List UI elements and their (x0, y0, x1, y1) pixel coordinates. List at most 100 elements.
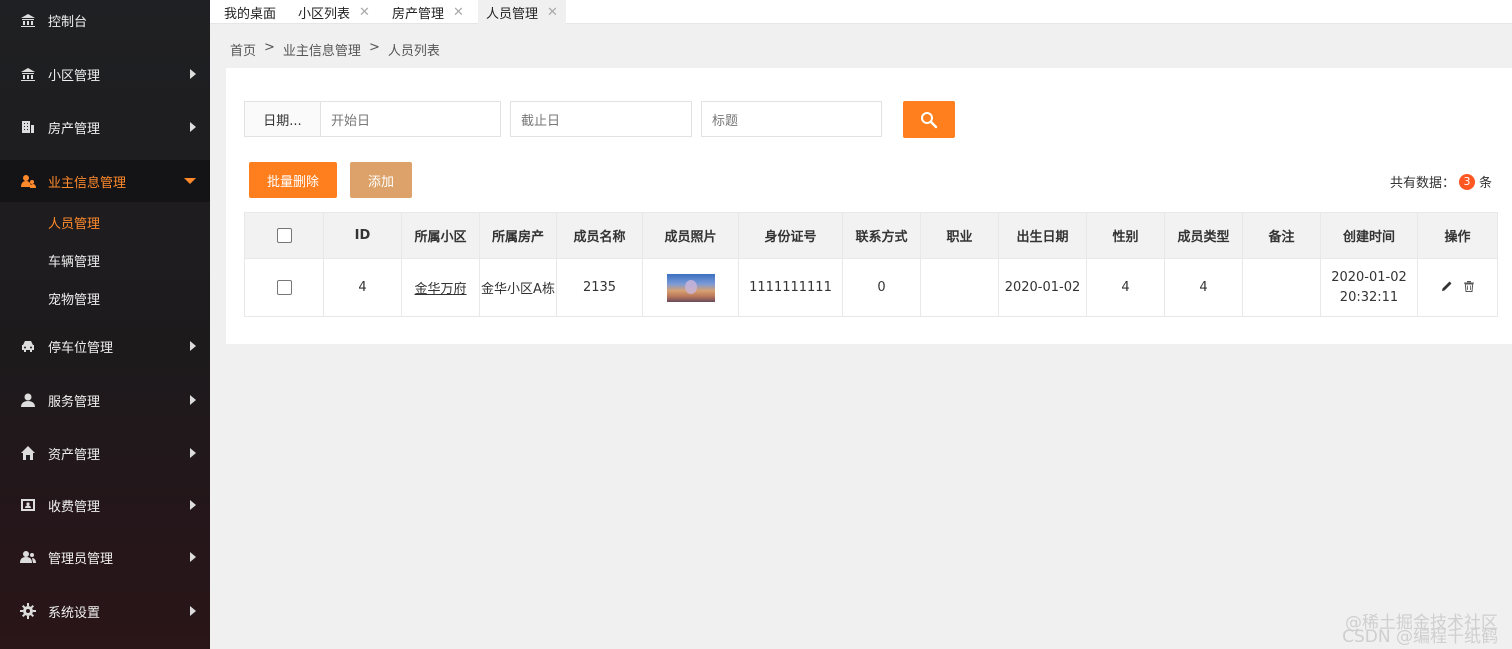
close-icon[interactable]: ✕ (547, 5, 558, 20)
close-icon[interactable]: ✕ (359, 5, 370, 20)
breadcrumb-current: 人员列表 (387, 44, 440, 59)
end-date-input[interactable]: 截止日 (510, 101, 692, 137)
cell-contact: 0 (842, 258, 921, 317)
cell-job (920, 258, 999, 317)
column-header: 备注 (1242, 212, 1321, 259)
chevron-right-icon (190, 606, 196, 616)
column-header: 成员类型 (1164, 212, 1243, 259)
row-checkbox[interactable] (276, 280, 292, 295)
tab-desktop[interactable]: 我的桌面 (224, 0, 276, 24)
building-icon (22, 121, 34, 133)
sidebar-item-community[interactable]: 小区管理 (0, 54, 210, 94)
tab-property[interactable]: 房产管理 ✕ (392, 0, 464, 24)
batch-delete-button[interactable]: 批量删除 (249, 162, 337, 198)
user-icon (21, 393, 35, 407)
sidebar-item-dashboard[interactable]: 控制台 (0, 0, 210, 40)
select-all-checkbox[interactable] (276, 228, 292, 243)
chevron-right-icon (190, 341, 196, 351)
breadcrumb-section[interactable]: 业主信息管理 (283, 40, 361, 59)
sidebar-item-billing[interactable]: 收费管理 (0, 485, 210, 525)
sidebar-subitem-members[interactable]: 人员管理 (0, 203, 210, 241)
sidebar-item-label: 收费管理 (48, 499, 101, 515)
column-header: 成员照片 (642, 212, 739, 259)
trash-icon[interactable] (1463, 280, 1475, 292)
sidebar-subitem-vehicles[interactable]: 车辆管理 (0, 241, 210, 279)
sidebar-item-property[interactable]: 房产管理 (0, 107, 210, 147)
breadcrumb: 首页 > 业主信息管理 > 人员列表 (230, 40, 440, 59)
chevron-right-icon (190, 500, 196, 510)
cell-photo (642, 258, 739, 317)
sidebar-item-label: 控制台 (48, 14, 88, 30)
sidebar-item-admins[interactable]: 管理员管理 (0, 537, 210, 577)
watermark-csdn: CSDN @编程千纸鹤 (1342, 627, 1498, 647)
title-input[interactable]: 标题 (701, 101, 882, 137)
community-link[interactable]: 金华万府 (414, 282, 466, 297)
sidebar-item-label: 服务管理 (48, 394, 101, 410)
members-table: ID 所属小区 所属房产 成员名称 成员照片 身份证号 联系方式 职业 出生日期… (244, 212, 1498, 317)
sidebar-item-assets[interactable]: 资产管理 (0, 433, 210, 473)
sidebar-item-parking[interactable]: 停车位管理 (0, 326, 210, 366)
gear-icon (20, 603, 36, 619)
tab-community-list[interactable]: 小区列表 ✕ (298, 0, 370, 24)
tab-label: 小区列表 (298, 6, 351, 22)
column-header: 所属房产 (479, 212, 557, 259)
cell-gender: 4 (1086, 258, 1165, 317)
search-button[interactable] (903, 101, 955, 138)
cell-created: 2020-01-02 20:32:11 (1320, 258, 1418, 317)
cell-remark (1242, 258, 1321, 317)
search-icon (921, 111, 938, 128)
sidebar-item-settings[interactable]: 系统设置 (0, 591, 210, 631)
table-header-row: ID 所属小区 所属房产 成员名称 成员照片 身份证号 联系方式 职业 出生日期… (244, 212, 1498, 259)
column-header: 性别 (1086, 212, 1165, 259)
home-icon (21, 446, 35, 460)
column-header: 职业 (920, 212, 999, 259)
user-group-icon (21, 175, 36, 188)
sidebar-item-owner-info[interactable]: 业主信息管理 (0, 160, 210, 202)
sidebar: 控制台 小区管理 房产管理 业主信息管理 人员管理 车辆管理 宠物管理 停车位管… (0, 0, 210, 649)
sidebar-item-label: 资产管理 (48, 447, 101, 463)
cell-actions (1417, 258, 1498, 317)
add-button[interactable]: 添加 (350, 162, 412, 198)
sidebar-subitem-label: 人员管理 (48, 216, 101, 232)
chevron-right-icon (190, 122, 196, 132)
bank-icon (21, 68, 35, 81)
column-header: 所属小区 (401, 212, 480, 259)
sidebar-item-label: 系统设置 (48, 605, 101, 621)
column-header: 创建时间 (1320, 212, 1418, 259)
total-badge: 3 (1458, 173, 1475, 190)
bank-icon (21, 14, 35, 27)
sidebar-item-label: 小区管理 (48, 68, 101, 84)
cell-name: 2135 (556, 258, 643, 317)
tab-label: 人员管理 (486, 6, 539, 22)
tab-label: 房产管理 (392, 6, 445, 22)
contact-card-icon (21, 499, 35, 511)
tab-bar: 我的桌面 小区列表 ✕ 房产管理 ✕ 人员管理 ✕ (210, 0, 1512, 24)
tab-members[interactable]: 人员管理 ✕ (478, 0, 566, 24)
chevron-down-icon (184, 178, 196, 184)
breadcrumb-separator: > (368, 40, 380, 55)
breadcrumb-separator: > (264, 40, 275, 55)
edit-icon[interactable] (1441, 280, 1453, 292)
sidebar-subitem-label: 宠物管理 (48, 292, 101, 308)
chevron-right-icon (190, 395, 196, 405)
member-photo-thumbnail[interactable] (666, 273, 715, 302)
column-header: 操作 (1417, 212, 1498, 259)
car-icon (22, 341, 34, 352)
sidebar-item-service[interactable]: 服务管理 (0, 380, 210, 420)
table-row: 4 金华万府 金华小区A栋 2135 1111111111 0 2020-01-… (244, 258, 1498, 317)
sidebar-subitem-label: 车辆管理 (48, 254, 101, 270)
sidebar-item-label: 停车位管理 (48, 340, 114, 356)
start-date-input[interactable]: 开始日 (320, 101, 501, 137)
cell-birth: 2020-01-02 (998, 258, 1087, 317)
column-header: ID (323, 212, 402, 259)
row-select-cell (244, 258, 324, 317)
column-header: 身份证号 (738, 212, 843, 259)
select-all-cell (244, 212, 324, 259)
cell-community: 金华万府 (401, 258, 480, 317)
breadcrumb-home[interactable]: 首页 (230, 40, 256, 59)
sidebar-subitem-pets[interactable]: 宠物管理 (0, 279, 210, 317)
cell-member-type: 4 (1164, 258, 1243, 317)
close-icon[interactable]: ✕ (453, 5, 464, 20)
total-prefix: 共有数据： (1389, 176, 1455, 191)
sidebar-item-label: 业主信息管理 (48, 175, 127, 191)
